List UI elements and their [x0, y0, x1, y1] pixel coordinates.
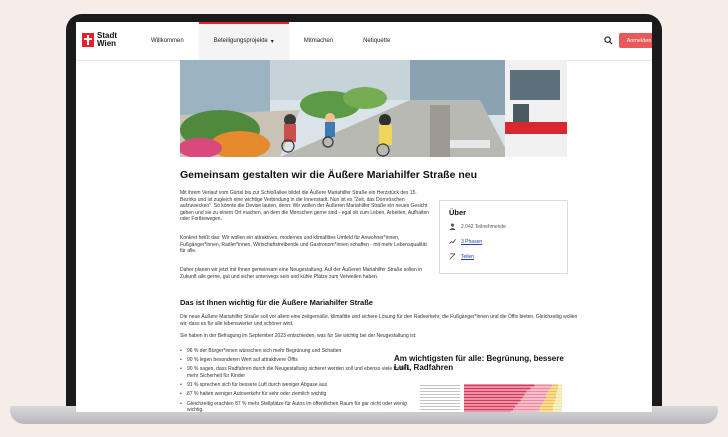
- nav-netiquette[interactable]: Netiquette: [348, 22, 405, 60]
- chart-bar: [464, 399, 521, 402]
- participants-count: 2.042 Teilnehmende: [461, 223, 506, 230]
- intro-paragraph: Mit ihrem Verlauf vom Gürtel bis zur Sch…: [180, 190, 430, 223]
- participants-row: 2.042 Teilnehmende: [449, 223, 506, 230]
- chart-category-label: [420, 400, 460, 401]
- chart-bar: [464, 396, 523, 399]
- chart-category-label: [420, 403, 460, 404]
- chart-bar: [538, 411, 554, 412]
- chart-bar: [530, 387, 551, 390]
- list-item: 96 % der Bürger*innen wünschen sich mehr…: [180, 348, 410, 355]
- chart-category-label: [420, 391, 460, 392]
- survey-results-list: 96 % der Bürger*innen wünschen sich mehr…: [180, 348, 410, 412]
- chart-bar: [513, 408, 540, 411]
- chart-bar: [464, 408, 513, 411]
- chart-bar: [522, 396, 547, 399]
- chart-bar: [553, 408, 562, 411]
- chart-bar: [534, 384, 553, 387]
- list-item: 91 % sprechen sich für bessere Luft durc…: [180, 382, 410, 389]
- paragraph-konkret: Konkret heißt das: Wir wollen ein attrak…: [180, 235, 427, 255]
- share-link[interactable]: Teilen: [461, 254, 474, 260]
- chart-category-label: [420, 406, 460, 407]
- main-nav: Willkommen Beteiligungsprojekte ▾ Mitmac…: [136, 22, 405, 60]
- wien-crest-icon: [82, 33, 94, 47]
- nav-beteiligungsprojekte[interactable]: Beteiligungsprojekte ▾: [198, 22, 289, 60]
- chart-bar: [550, 387, 559, 390]
- chart-bar: [553, 405, 562, 408]
- chart-bar: [464, 411, 512, 412]
- survey-intro: Sie haben in der Befragung im September …: [180, 333, 417, 339]
- chart-bar: [524, 393, 547, 396]
- chart-bar: [544, 399, 556, 402]
- chart-bar: [464, 390, 527, 393]
- chart-category-label: [420, 385, 460, 386]
- chart-bar: [555, 399, 562, 402]
- list-item: 90 % sagen, dass Radfahren durch die Neu…: [180, 366, 410, 379]
- chart-bar: [556, 396, 562, 399]
- chart-category-label: [420, 409, 460, 410]
- chart-bar: [553, 411, 562, 412]
- section-title: Das ist Ihnen wichtig für die Äußere Mar…: [180, 298, 373, 307]
- chart-bar: [552, 384, 559, 387]
- browser-screen: Stadt Wien Willkommen Beteiligungsprojek…: [76, 22, 652, 412]
- list-item: Gleichzeitig erachten 87 % mehr Stellplä…: [180, 401, 410, 412]
- chart-bar: [464, 393, 525, 396]
- paragraph-neugestaltung: Daher planen wir jetzt mit Ihnen gemeins…: [180, 267, 423, 280]
- page-title: Gemeinsam gestalten wir die Äußere Maria…: [180, 169, 478, 181]
- survey-bar-chart: [420, 384, 562, 412]
- chart-bar: [517, 402, 543, 405]
- street-illustration: [180, 60, 567, 157]
- project-info-box: Über 2.042 Teilnehmende 3 Phasen Teilen: [439, 200, 568, 274]
- chart-bar: [464, 402, 518, 405]
- chart-bar: [464, 405, 515, 408]
- phases-row[interactable]: 3 Phasen: [449, 238, 482, 245]
- chart-category-label: [420, 397, 460, 398]
- login-button[interactable]: Anmelden: [619, 33, 652, 48]
- chart-bar: [514, 405, 541, 408]
- share-icon: [449, 253, 456, 260]
- chart-bar: [464, 387, 531, 390]
- chart-bar: [540, 405, 554, 408]
- chart-bar: [546, 393, 557, 396]
- search-icon[interactable]: [604, 36, 613, 45]
- nav-willkommen[interactable]: Willkommen: [136, 22, 199, 60]
- share-row[interactable]: Teilen: [449, 253, 474, 260]
- logo-line2: Wien: [97, 39, 117, 48]
- list-item: 90 % legen besonderen Wert auf attraktiv…: [180, 357, 410, 364]
- chevron-down-icon: ▾: [270, 38, 274, 45]
- section-intro: Die neue Äußere Mariahilfer Straße soll …: [180, 314, 578, 327]
- list-item: 87 % halten weniger Autoverkehr für sehr…: [180, 391, 410, 398]
- chart-bar: [548, 390, 558, 393]
- chart-bar: [520, 399, 545, 402]
- chart-category-label: [420, 388, 460, 389]
- chart-bar: [558, 387, 562, 390]
- phases-link[interactable]: 3 Phasen: [461, 239, 482, 245]
- chart-bar: [557, 390, 562, 393]
- trend-icon: [449, 239, 456, 244]
- nav-beteiligungsprojekte-label: Beteiligungsprojekte: [213, 38, 268, 44]
- chart-bar: [526, 390, 549, 393]
- chart-bar: [542, 402, 555, 405]
- chart-title: Am wichtigsten für alle: Begrünung, bess…: [394, 354, 564, 372]
- info-title: Über: [449, 208, 467, 217]
- person-icon: [449, 223, 456, 230]
- chart-bar: [464, 384, 535, 387]
- chart-category-label: [420, 394, 460, 395]
- logo-text: Stadt Wien: [97, 32, 117, 48]
- site-header: Stadt Wien Willkommen Beteiligungsprojek…: [76, 22, 652, 61]
- chart-bar: [511, 411, 539, 412]
- stadt-wien-logo[interactable]: Stadt Wien: [82, 32, 117, 48]
- chart-bar: [539, 408, 554, 411]
- chart-bar: [556, 393, 562, 396]
- chart-bar: [558, 384, 562, 387]
- chart-bar: [546, 396, 557, 399]
- nav-mitmachen[interactable]: Mitmachen: [289, 22, 348, 60]
- chart-bar: [554, 402, 562, 405]
